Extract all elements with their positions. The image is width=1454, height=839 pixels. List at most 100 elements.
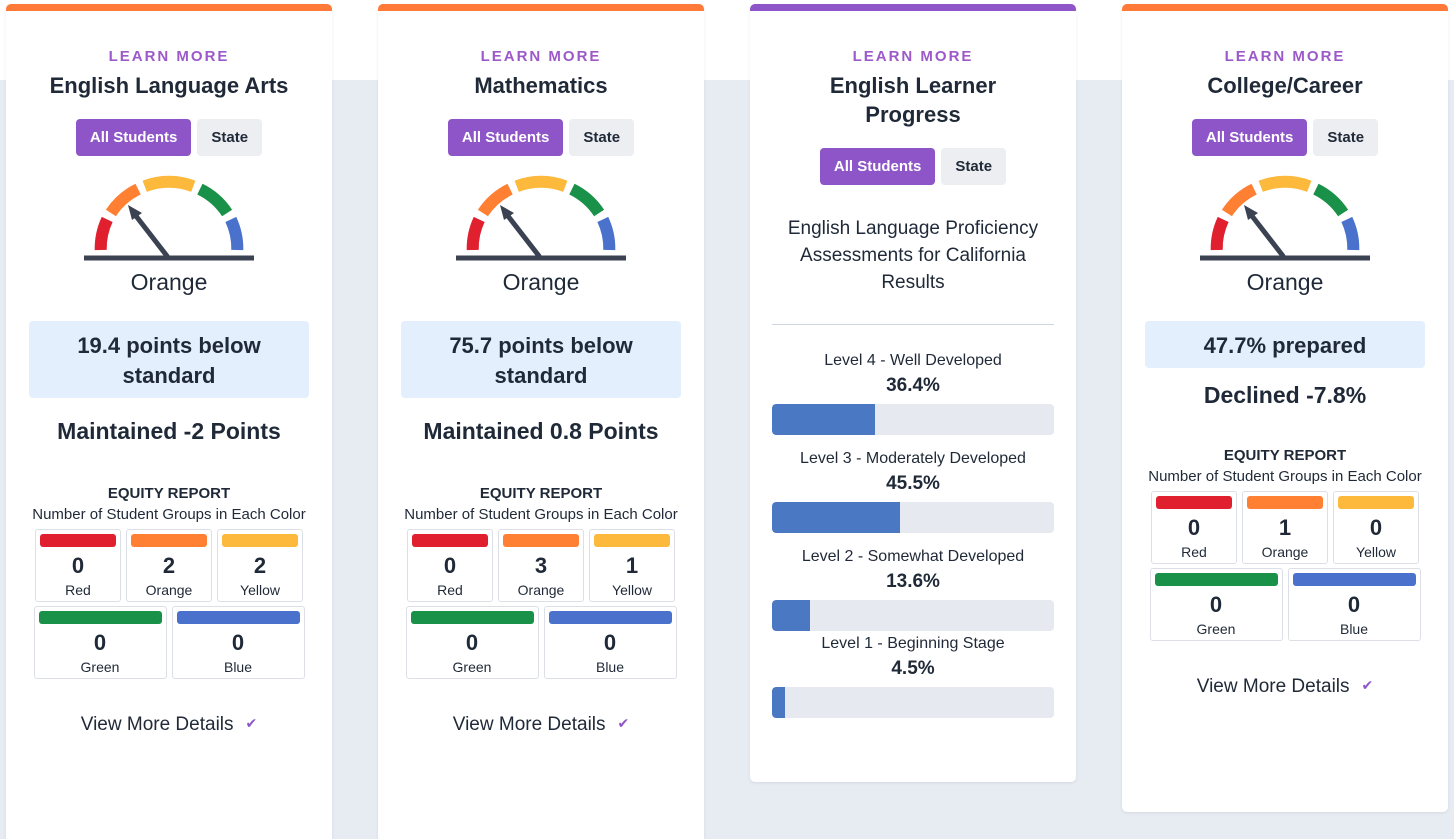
chevron-down-icon: ✔ <box>245 715 258 731</box>
student-toggle: All Students State <box>378 119 704 156</box>
card-title: English Learner Progress <box>829 73 997 127</box>
blue-swatch <box>548 611 672 624</box>
divider <box>772 324 1054 325</box>
all-students-button[interactable]: All Students <box>447 119 564 156</box>
red-count: 0 <box>1187 515 1201 540</box>
state-button[interactable]: State <box>569 119 635 156</box>
math-card: LEARN MORE Mathematics All Students Stat… <box>378 4 704 839</box>
red-label: Red <box>437 582 463 598</box>
view-more-label: View More Details <box>1196 676 1350 697</box>
red-label: Red <box>65 582 91 598</box>
green-group-box: 0 Green <box>33 606 167 679</box>
college-career-card: LEARN MORE College/Career All Students S… <box>1122 4 1448 812</box>
equity-row-2: 0 Green 0 Blue <box>6 606 332 679</box>
green-label: Green <box>452 659 492 675</box>
orange-swatch <box>131 534 207 547</box>
learn-more-link[interactable]: LEARN MORE <box>6 48 332 65</box>
yellow-group-box: 0 Yellow <box>1333 491 1419 564</box>
orange-group-box: 2 Orange <box>126 529 212 602</box>
red-count: 0 <box>71 553 85 578</box>
blue-group-box: 0 Blue <box>171 606 305 679</box>
level-bar-fill <box>772 600 811 631</box>
equity-report-heading: EQUITY REPORT <box>1223 447 1347 464</box>
assessment-title: English Language Proficiency Assessments… <box>787 218 1039 293</box>
equity-report-subtitle: Number of Student Groups in Each Color <box>404 506 678 523</box>
status-box: 75.7 points below standard <box>401 321 681 398</box>
blue-group-box: 0 Blue <box>1287 568 1421 641</box>
yellow-group-box: 2 Yellow <box>217 529 303 602</box>
gauge-orange-icon <box>84 175 254 261</box>
equity-row-1: 0 Red 2 Orange 2 Yellow <box>6 529 332 602</box>
red-group-box: 0 Red <box>407 529 493 602</box>
view-more-details-link[interactable]: View More Details ✔ <box>378 714 704 736</box>
equity-row-1: 0 Red 3 Orange 1 Yellow <box>378 529 704 602</box>
yellow-swatch <box>594 534 670 547</box>
state-button[interactable]: State <box>197 119 263 156</box>
equity-row-2: 0 Green 0 Blue <box>1122 568 1448 641</box>
orange-swatch <box>503 534 579 547</box>
level-3-row: Level 3 - Moderately Developed 45.5% <box>750 450 1076 533</box>
learn-more-link[interactable]: LEARN MORE <box>750 48 1076 65</box>
level-bar <box>772 502 1054 533</box>
yellow-label: Yellow <box>612 582 652 598</box>
ela-card: LEARN MORE English Language Arts All Stu… <box>6 4 332 839</box>
level-bar <box>772 600 1054 631</box>
level-bar-fill <box>772 404 875 435</box>
blue-label: Blue <box>595 659 625 675</box>
red-swatch <box>40 534 116 547</box>
level-percent: 36.4% <box>886 375 940 396</box>
equity-report-heading: EQUITY REPORT <box>107 485 231 502</box>
card-title: English Language Arts <box>49 73 289 98</box>
yellow-label: Yellow <box>1356 544 1396 560</box>
card-accent-bar <box>378 4 704 11</box>
state-button[interactable]: State <box>941 148 1007 185</box>
orange-label: Orange <box>1261 544 1309 560</box>
all-students-button[interactable]: All Students <box>75 119 192 156</box>
red-count: 0 <box>443 553 457 578</box>
view-more-details-link[interactable]: View More Details ✔ <box>1122 676 1448 698</box>
level-bar-fill <box>772 687 785 718</box>
level-percent: 45.5% <box>886 473 940 494</box>
card-accent-bar <box>750 4 1076 11</box>
view-more-label: View More Details <box>80 714 234 735</box>
red-label: Red <box>1181 544 1207 560</box>
green-swatch <box>38 611 162 624</box>
all-students-button[interactable]: All Students <box>1191 119 1308 156</box>
blue-count: 0 <box>603 630 617 655</box>
orange-group-box: 1 Orange <box>1242 491 1328 564</box>
level-bar-fill <box>772 502 901 533</box>
status-box: 19.4 points below standard <box>29 321 309 398</box>
red-group-box: 0 Red <box>1151 491 1237 564</box>
card-title: Mathematics <box>474 73 608 98</box>
level-label: Level 1 - Beginning Stage <box>821 635 1005 652</box>
green-label: Green <box>80 659 120 675</box>
gauge-orange-icon <box>1200 175 1370 261</box>
equity-row-1: 0 Red 1 Orange 0 Yellow <box>1122 491 1448 564</box>
yellow-count: 2 <box>253 553 267 578</box>
level-label: Level 2 - Somewhat Developed <box>801 548 1025 565</box>
learn-more-link[interactable]: LEARN MORE <box>378 48 704 65</box>
yellow-swatch <box>1338 496 1414 509</box>
orange-count: 2 <box>162 553 176 578</box>
green-group-box: 0 Green <box>1149 568 1283 641</box>
equity-report-subtitle: Number of Student Groups in Each Color <box>1148 468 1422 485</box>
state-button[interactable]: State <box>1313 119 1379 156</box>
red-swatch <box>1156 496 1232 509</box>
blue-swatch <box>176 611 300 624</box>
red-swatch <box>412 534 488 547</box>
blue-count: 0 <box>1347 592 1361 617</box>
change-text: Declined -7.8% <box>1203 382 1367 408</box>
blue-swatch <box>1292 573 1416 586</box>
card-accent-bar <box>1122 4 1448 11</box>
learn-more-link[interactable]: LEARN MORE <box>1122 48 1448 65</box>
green-count: 0 <box>1209 592 1223 617</box>
all-students-button[interactable]: All Students <box>819 148 936 185</box>
orange-count: 3 <box>534 553 548 578</box>
green-swatch <box>410 611 534 624</box>
change-text: Maintained 0.8 Points <box>423 418 659 444</box>
change-text: Maintained -2 Points <box>57 418 281 444</box>
view-more-details-link[interactable]: View More Details ✔ <box>6 714 332 736</box>
elp-card: LEARN MORE English Learner Progress All … <box>750 4 1076 782</box>
student-toggle: All Students State <box>6 119 332 156</box>
orange-label: Orange <box>145 582 193 598</box>
